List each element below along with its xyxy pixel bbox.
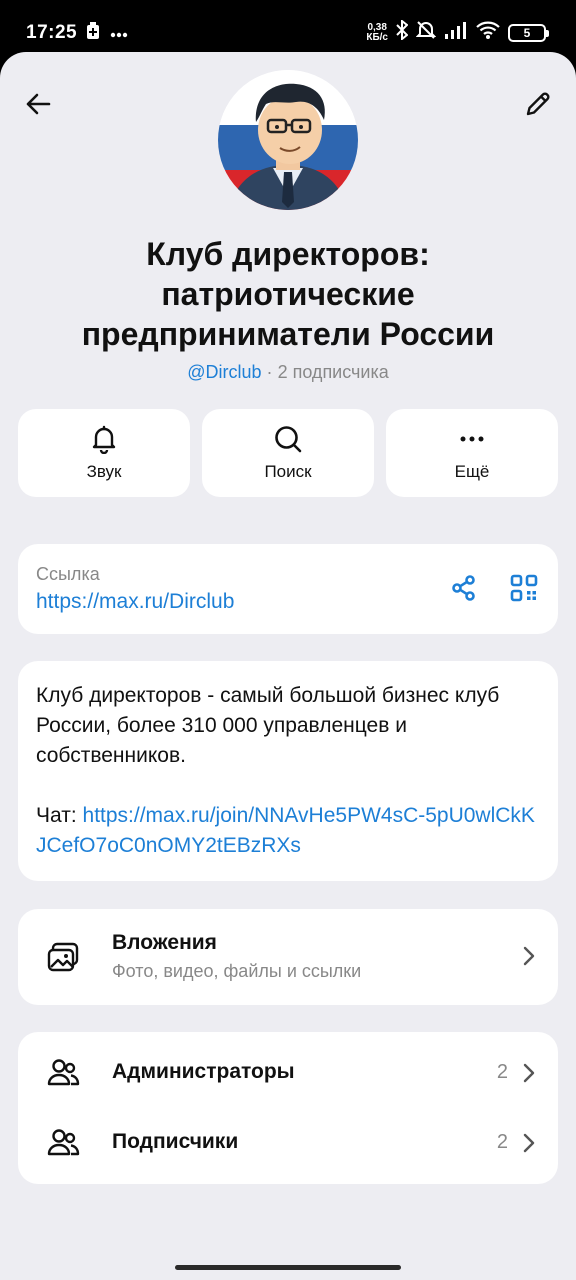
- subscribers-count: 2: [496, 1131, 508, 1153]
- wifi-icon: [476, 21, 500, 44]
- more-notifications-icon: [110, 25, 128, 43]
- people-icon: [46, 1127, 80, 1164]
- status-time: 17:25: [26, 22, 78, 43]
- attachments-row[interactable]: Вложения Фото, видео, файлы и ссылки: [18, 909, 558, 1005]
- administrators-row[interactable]: Администраторы 2: [18, 1038, 558, 1108]
- link-caption: Ссылка: [36, 564, 100, 584]
- channel-profile-sheet: Клуб директоров: патриотические предприн…: [0, 52, 576, 1280]
- back-button[interactable]: [18, 84, 58, 124]
- chevron-right-icon: [522, 1062, 536, 1089]
- chevron-right-icon: [522, 1132, 536, 1159]
- chevron-right-icon: [522, 945, 536, 972]
- search-icon: [275, 426, 302, 453]
- mute-icon: [415, 20, 437, 45]
- subscribers-row[interactable]: Подписчики 2: [18, 1108, 558, 1178]
- edit-button[interactable]: [518, 84, 558, 124]
- channel-subline: @Dirclub · 2 подписчика: [0, 362, 576, 383]
- sound-button[interactable]: Звук: [18, 409, 190, 497]
- chat-link[interactable]: https://max.ru/join/NNAvHe5PW4sC-5pU0wlC…: [36, 804, 535, 857]
- administrators-count: 2: [496, 1061, 508, 1083]
- search-button[interactable]: Поиск: [202, 409, 374, 497]
- battery-saver-icon: [86, 22, 100, 45]
- pencil-icon: [526, 92, 550, 116]
- chat-line: Чат: https://max.ru/join/NNAvHe5PW4sC-5p…: [36, 801, 540, 861]
- separator-dot: ·: [266, 362, 273, 382]
- link-url[interactable]: https://max.ru/Dirclub: [36, 590, 234, 614]
- people-icon: [46, 1057, 80, 1094]
- signal-icon: [444, 21, 468, 44]
- more-label: Ещё: [454, 462, 490, 481]
- attachments-title: Вложения: [112, 931, 217, 954]
- attachments-subtitle: Фото, видео, файлы и ссылки: [112, 961, 362, 981]
- share-icon[interactable]: [450, 574, 478, 607]
- gallery-icon: [46, 941, 80, 978]
- search-label: Поиск: [264, 462, 312, 481]
- businessman-cartoon-image: [218, 70, 358, 210]
- arrow-left-icon: [26, 93, 51, 115]
- subscribers-label: Подписчики: [112, 1130, 239, 1153]
- channel-avatar[interactable]: [218, 70, 358, 210]
- qr-code-icon[interactable]: [510, 574, 538, 607]
- sound-label: Звук: [86, 462, 122, 481]
- administrators-label: Администраторы: [112, 1060, 295, 1083]
- bell-icon: [92, 425, 116, 454]
- more-icon: [460, 436, 484, 442]
- description-card: Клуб директоров - самый большой бизнес к…: [18, 661, 558, 881]
- channel-title: Клуб директоров: патриотические предприн…: [81, 236, 495, 352]
- link-card: Ссылка https://max.ru/Dirclub: [18, 544, 558, 634]
- members-card: Администраторы 2 Подписчики 2: [18, 1032, 558, 1184]
- network-speed: 0,38 КБ/с: [366, 21, 388, 43]
- action-buttons: Звук Поиск Ещё: [18, 409, 558, 497]
- more-button[interactable]: Ещё: [386, 409, 558, 497]
- subscriber-count: 2 подписчика: [277, 362, 389, 382]
- channel-handle[interactable]: @Dirclub: [187, 362, 261, 382]
- description-text: Клуб директоров - самый большой бизнес к…: [36, 684, 500, 767]
- home-indicator[interactable]: [175, 1265, 401, 1270]
- bluetooth-icon: [396, 18, 409, 45]
- battery-icon: 5: [508, 23, 549, 42]
- chat-label: Чат:: [36, 804, 83, 827]
- status-bar: 17:25 0,38 КБ/с 5: [0, 0, 576, 56]
